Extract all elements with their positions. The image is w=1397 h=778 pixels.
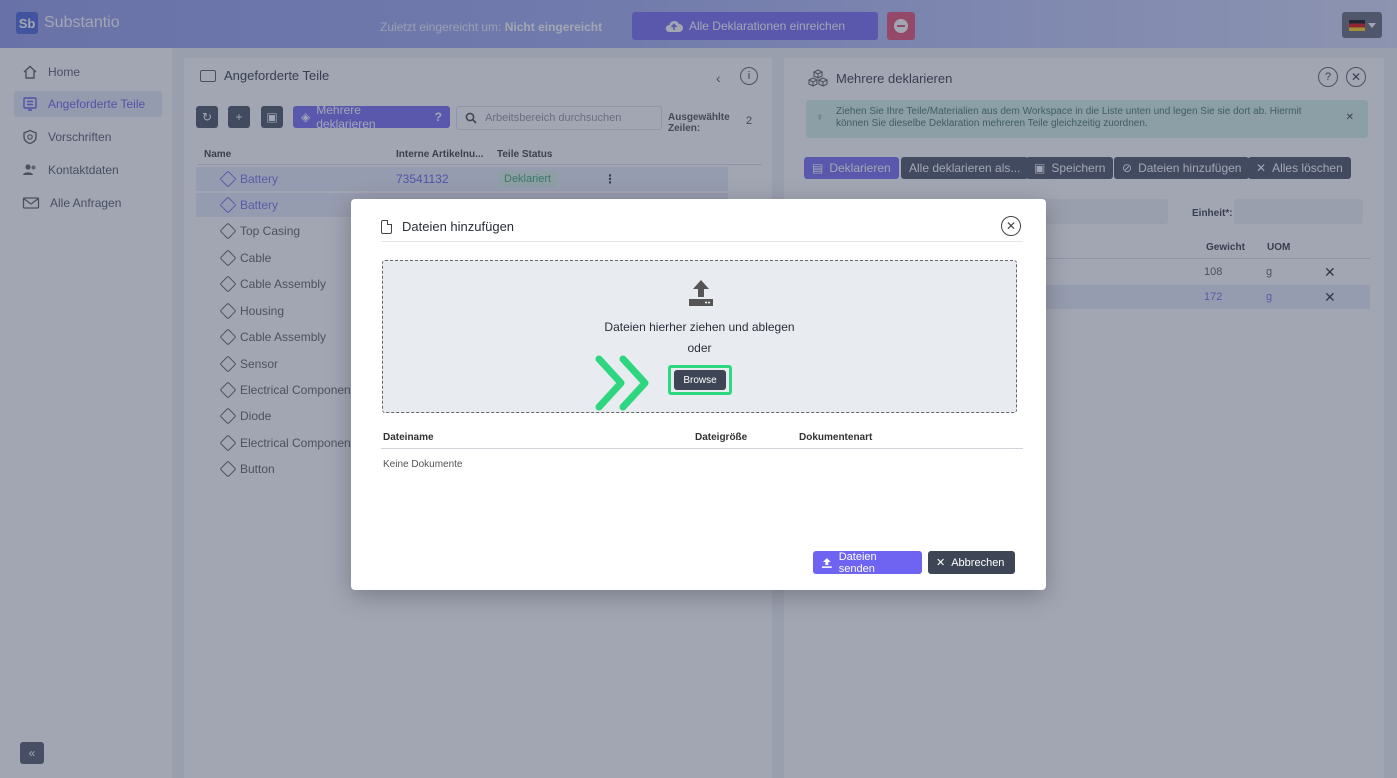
table-header-divider bbox=[381, 448, 1023, 449]
empty-documents-text: Keine Dokumente bbox=[383, 459, 463, 470]
send-files-button[interactable]: Dateien senden bbox=[813, 551, 922, 575]
close-dialog-icon[interactable]: ✕ bbox=[1001, 216, 1021, 236]
browse-highlight: Browse bbox=[668, 365, 732, 395]
drop-instructions: Dateien hierher ziehen und ablegen bbox=[604, 320, 795, 334]
document-icon bbox=[381, 219, 392, 234]
chevron-right-icon bbox=[619, 355, 649, 411]
close-icon: ✕ bbox=[936, 557, 946, 569]
column-header-document-type: Dokumentenart bbox=[799, 432, 873, 443]
dialog-title: Dateien hinzufügen bbox=[381, 219, 514, 234]
column-header-filesize: Dateigröße bbox=[695, 432, 748, 443]
column-header-filename: Dateiname bbox=[383, 432, 434, 443]
file-drop-zone[interactable]: Dateien hierher ziehen und ablegen oder … bbox=[382, 260, 1017, 413]
cancel-button[interactable]: ✕ Abbrechen bbox=[928, 551, 1015, 574]
dialog-divider bbox=[381, 241, 1023, 242]
upload-icon bbox=[821, 557, 832, 568]
add-files-dialog: Dateien hinzufügen ✕ Dateien hierher zie… bbox=[351, 199, 1046, 590]
drop-or-text: oder bbox=[687, 341, 712, 355]
upload-icon bbox=[689, 280, 713, 306]
browse-button[interactable]: Browse bbox=[674, 370, 726, 390]
